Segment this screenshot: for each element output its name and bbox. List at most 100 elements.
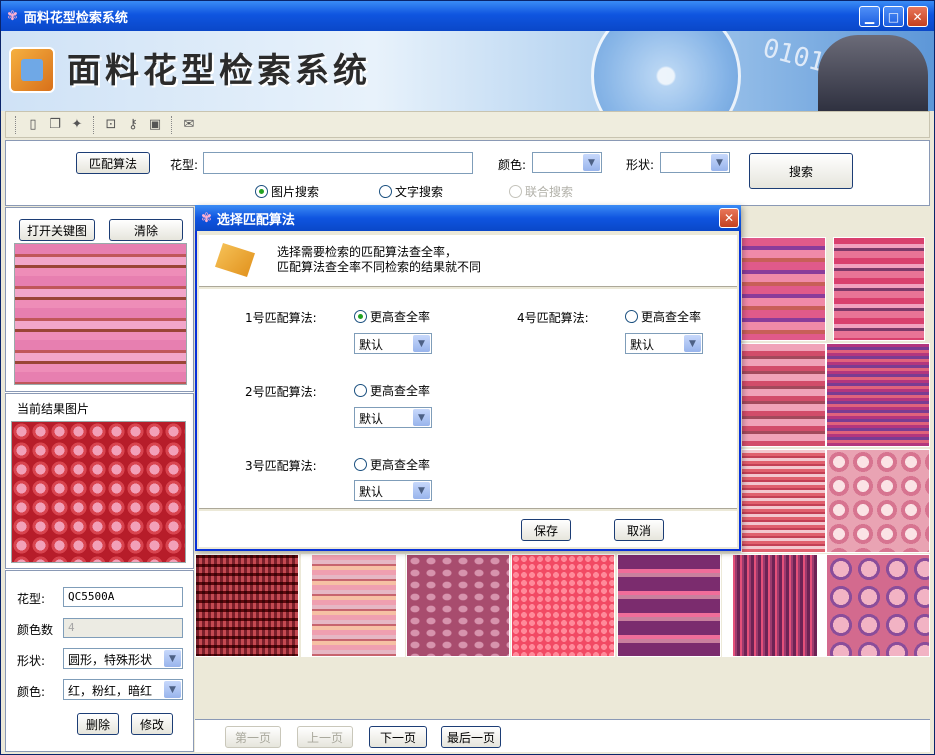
copy-icon[interactable]: ❐ [46,116,64,134]
toolbar-separator [93,115,95,134]
result-thumbnail[interactable] [826,554,930,657]
maximize-icon[interactable]: □ [883,6,904,27]
key-image [14,243,187,385]
pattern-field-label: 花型: [17,592,46,606]
dialog-footer: 保存 取消 [199,511,737,547]
radio-label: 文字搜索 [395,185,444,199]
text-search-radio[interactable]: 文字搜索 [379,183,443,200]
select-value: 默认 [359,485,384,499]
algorithm-2-select[interactable]: 默认 ▼ [354,407,432,428]
algorithm-3-label: 3号匹配算法: [245,459,317,473]
window-titlebar[interactable]: ✾ 面料花型检索系统 ▁ □ ✕ [1,1,934,31]
color-label: 颜色: [498,158,527,172]
close-icon[interactable]: ✕ [907,6,928,27]
result-thumbnail[interactable] [195,554,299,657]
color-field-value: 红，粉红，暗红 [68,684,153,698]
prev-page-button[interactable]: 上一页 [297,726,353,748]
minimize-icon[interactable]: ▁ [859,6,880,27]
last-page-button[interactable]: 最后一页 [441,726,501,748]
radio-dot [509,185,522,198]
chevron-down-icon[interactable]: ▼ [413,482,430,499]
radio-label: 联合搜索 [525,185,574,199]
toolbar-grip [15,115,17,134]
algorithm-1-radio[interactable]: 更高查全率 [354,308,430,325]
color-select[interactable]: ▼ [532,152,602,173]
match-algorithm-button[interactable]: 匹配算法 [76,152,150,174]
radio-dot [379,185,392,198]
algorithm-1-select[interactable]: 默认 ▼ [354,333,432,354]
radio-dot [625,310,638,323]
radio-label: 图片搜索 [271,185,320,199]
dialog-titlebar[interactable]: ✾ 选择匹配算法 ✕ [195,205,741,231]
app-icon: ✾ [7,8,18,24]
disc-decoration [591,31,741,111]
combined-search-radio[interactable]: 联合搜索 [509,183,573,200]
result-thumbnail[interactable] [406,554,510,657]
pattern-input[interactable] [203,152,473,174]
select-value: 默认 [359,338,384,352]
shape-field-label: 形状: [17,654,46,668]
open-folder-icon[interactable]: ✦ [68,116,86,134]
next-page-button[interactable]: 下一页 [369,726,427,748]
clear-button[interactable]: 清除 [109,219,183,241]
key-icon[interactable]: ⚷ [124,116,142,134]
image-search-radio[interactable]: 图片搜索 [255,183,319,200]
cancel-button[interactable]: 取消 [614,519,664,541]
algorithm-2-label: 2号匹配算法: [245,385,317,399]
result-thumbnail[interactable] [741,449,826,553]
dialog-app-icon: ✾ [201,210,212,226]
color-field-select[interactable]: 红，粉红，暗红 ▼ [63,679,183,700]
result-thumbnail[interactable] [826,343,930,447]
algorithm-4-select[interactable]: 默认 ▼ [625,333,703,354]
chevron-down-icon[interactable]: ▼ [164,650,181,667]
result-thumbnail[interactable] [617,554,721,657]
algorithm-2-radio[interactable]: 更高查全率 [354,382,430,399]
toolbar-separator [171,115,173,134]
chevron-down-icon[interactable]: ▼ [711,154,728,171]
settings-icon [215,243,255,277]
result-thumbnail[interactable] [741,237,826,341]
shape-select[interactable]: ▼ [660,152,730,173]
search-panel: 匹配算法 花型: 颜色: ▼ 形状: ▼ 搜索 图片搜索 文字搜索 联合搜索 [5,140,930,206]
dialog-desc-line2: 匹配算法查全率不同检索的结果就不同 [277,260,482,274]
color-count-field: 4 [63,618,183,638]
delete-button[interactable]: 删除 [77,713,119,735]
radio-label: 更高查全率 [641,310,702,324]
algorithm-3-radio[interactable]: 更高查全率 [354,456,430,473]
radio-dot [354,384,367,397]
toolbar: ▯ ❐ ✦ ⊡ ⚷ ▣ ✉ [5,111,930,138]
banner-title: 面料花型检索系统 [67,51,371,91]
search-button[interactable]: 搜索 [749,153,853,189]
chevron-down-icon[interactable]: ▼ [684,335,701,352]
result-thumbnail[interactable] [741,343,826,447]
algorithm-1-label: 1号匹配算法: [245,311,317,325]
result-thumbnail[interactable] [511,554,615,657]
edit-button[interactable]: 修改 [131,713,173,735]
chevron-down-icon[interactable]: ▼ [583,154,600,171]
result-thumbnail[interactable] [301,554,405,657]
new-file-icon[interactable]: ▯ [24,116,42,134]
mail-icon[interactable]: ✉ [180,116,198,134]
chevron-down-icon[interactable]: ▼ [413,409,430,426]
dialog-title: 选择匹配算法 [216,212,295,228]
select-value: 默认 [630,338,655,352]
shape-label: 形状: [626,158,655,172]
shape-field-select[interactable]: 圆形，特殊形状 ▼ [63,648,183,669]
lock-icon[interactable]: ⊡ [102,116,120,134]
pattern-field[interactable]: QC5500A [63,587,183,607]
save-icon[interactable]: ▣ [146,116,164,134]
result-thumbnail[interactable] [833,237,925,341]
chevron-down-icon[interactable]: ▼ [413,335,430,352]
save-button[interactable]: 保存 [521,519,571,541]
chevron-down-icon[interactable]: ▼ [164,681,181,698]
result-thumbnail[interactable] [722,554,826,657]
algorithm-3-select[interactable]: 默认 ▼ [354,480,432,501]
open-key-image-button[interactable]: 打开关键图 [19,219,95,241]
radio-dot [255,185,268,198]
logo-icon [9,47,55,93]
first-page-button[interactable]: 第一页 [225,726,281,748]
close-icon[interactable]: ✕ [719,208,739,228]
window-title: 面料花型检索系统 [23,10,128,26]
result-thumbnail[interactable] [826,449,930,553]
algorithm-4-radio[interactable]: 更高查全率 [625,308,701,325]
